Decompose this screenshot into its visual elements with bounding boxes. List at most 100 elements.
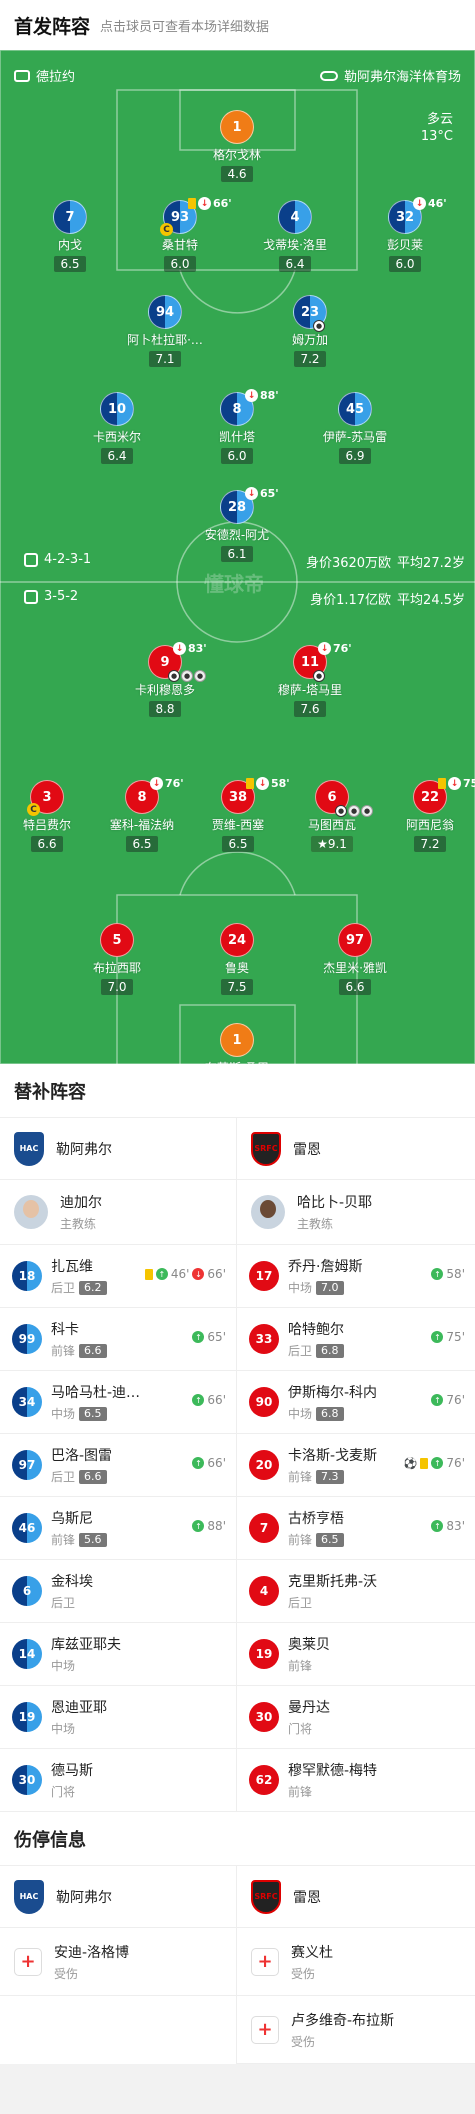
sub-row[interactable]: 4 克里斯托弗-沃 后卫 (237, 1560, 475, 1623)
away-player[interactable]: 22↓75' 阿西尼翁 7.2 (375, 777, 475, 852)
player-name: 布莱斯-桑巴 (182, 1059, 292, 1064)
stadium-icon (319, 70, 338, 81)
player-rating: 6.6 (339, 979, 371, 995)
home-injury-col: HAC 勒阿弗尔 + 安迪-洛格博 受伤 (0, 1866, 237, 2064)
sub-in-time: 66' (207, 1456, 226, 1470)
goals: ● ● ● (168, 670, 206, 682)
home-player[interactable]: 28 ↓ 65' 安德烈-阿尤 6.1 (182, 487, 292, 562)
sub-position: 中场 6.8 (288, 1405, 463, 1422)
weather: 多云 13°C (420, 112, 453, 144)
sub-off-icon: ↓ (448, 777, 461, 790)
player-rating: 4.6 (221, 166, 253, 182)
sub-row[interactable]: 33 哈特鲍尔 后卫 6.8 ↑ 75' (237, 1308, 475, 1371)
shirt-number: 7 (53, 200, 87, 234)
sub-in-time: 65' (207, 1330, 226, 1344)
sub-position: 中场 (51, 1720, 224, 1737)
away-player[interactable]: 6 ● ● ● 马图西瓦 ★9.1 (277, 780, 387, 852)
sub-row[interactable]: 90 伊斯梅尔-科内 中场 6.8 ↑ 76' (237, 1371, 475, 1434)
sub-row[interactable]: 18 扎瓦维 后卫 6.2 ↑ 46' ↓ 66' (0, 1245, 236, 1308)
referee: 德拉约 (14, 66, 75, 85)
shirt-number: 93 C ↓ 66' (160, 197, 232, 236)
injury-status: 受伤 (291, 1966, 316, 1981)
shirt-number: 9 ↓ 83' ● ● ● (148, 642, 207, 682)
away-player[interactable]: 11 ↓ 76' ● 穆萨-塔马里 7.6 (255, 642, 365, 717)
injury-row[interactable]: + 赛义杜 受伤 (237, 1928, 475, 1996)
shirt-number: 14 (12, 1639, 42, 1669)
home-player[interactable]: 10 卡西米尔 6.4 (62, 392, 172, 464)
away-player[interactable]: 9 ↓ 83' ● ● ● 卡利穆恩多 8.8 (110, 642, 220, 717)
home-player[interactable]: 94 阿卜杜拉耶·… 7.1 (110, 295, 220, 367)
home-player[interactable]: 45 伊萨-苏马雷 6.9 (300, 392, 410, 464)
shirt-number: 99 (12, 1324, 42, 1354)
sub-events: ↑ 66' (192, 1393, 226, 1407)
stadium: 勒阿弗尔海洋体育场 (319, 66, 461, 85)
sub-on-icon: ↑ (192, 1394, 205, 1406)
position-text: 后卫 (51, 1281, 76, 1295)
position-text: 前锋 (288, 1659, 313, 1673)
sub-position: 后卫 (51, 1594, 224, 1611)
home-team-row[interactable]: HAC 勒阿弗尔 (0, 1118, 236, 1180)
home-team-row[interactable]: HAC 勒阿弗尔 (0, 1866, 236, 1928)
sub-off-icon: ↓ (150, 777, 163, 790)
away-player[interactable]: 8 ↓ 76' 塞科-福法纳 6.5 (87, 777, 197, 852)
sub-row[interactable]: 20 卡洛斯-戈麦斯 前锋 7.3 ⚽ ↑ 76' (237, 1434, 475, 1497)
home-coach[interactable]: 迪加尔 主教练 (0, 1180, 236, 1245)
injury-info: 赛义杜 受伤 (291, 1942, 333, 1982)
away-subs-col: SRFC 雷恩 哈比卜-贝耶 主教练 17 乔丹·詹姆斯 中场 7.0 ↑ 58' 33 哈特鲍尔… (237, 1118, 475, 1812)
sub-row[interactable]: 34 马哈马杜-迪… 中场 6.5 ↑ 66' (0, 1371, 236, 1434)
position-text: 后卫 (288, 1344, 313, 1358)
player-rating: ★9.1 (311, 836, 353, 852)
shirt-number: 33 (249, 1324, 279, 1354)
injury-row[interactable]: + 卢多维奇-布拉斯 受伤 (237, 1996, 475, 2064)
home-player[interactable]: 4 戈蒂埃·洛里 6.4 (240, 200, 350, 272)
player-name: 穆萨-塔马里 (277, 683, 343, 697)
sub-rating: 5.6 (79, 1532, 107, 1547)
sub-row[interactable]: 30 曼丹达 门将 (237, 1686, 475, 1749)
sub-name: 奥莱贝 (288, 1637, 330, 1653)
home-player[interactable]: 1 格尔戈林 4.6 (182, 110, 292, 182)
position-text: 门将 (51, 1785, 76, 1799)
away-player[interactable]: 5 布拉西耶 7.0 (62, 923, 172, 995)
home-player[interactable]: 93 C ↓ 66' 桑甘特 6.0 (125, 197, 235, 272)
player-name: 彭贝莱 (386, 238, 423, 252)
position-text: 后卫 (51, 1596, 76, 1610)
lineup-hint: 点击球员可查看本场详细数据 (100, 19, 270, 35)
sub-row[interactable]: 14 库兹亚耶夫 中场 (0, 1623, 236, 1686)
sub-rating: 6.5 (79, 1406, 107, 1421)
away-player[interactable]: 97 杰里米·雅凯 6.6 (300, 923, 410, 995)
shirt-number: 19 (12, 1702, 42, 1732)
sub-row[interactable]: 17 乔丹·詹姆斯 中场 7.0 ↑ 58' (237, 1245, 475, 1308)
sub-row[interactable]: 19 恩迪亚耶 中场 (0, 1686, 236, 1749)
player-name: 阿西尼翁 (405, 818, 454, 832)
away-club-badge: SRFC (251, 1131, 281, 1166)
player-rating: 8.8 (149, 701, 181, 717)
away-team-row[interactable]: SRFC 雷恩 (237, 1866, 475, 1928)
sub-row[interactable]: 6 金科埃 后卫 (0, 1560, 236, 1623)
pitch: 德拉约 勒阿弗尔海洋体育场 多云 13°C 4-2-3-1 身价3620万欧 平均… (0, 50, 475, 1064)
home-player[interactable]: 8 ↓ 88' 凯什塔 6.0 (182, 389, 292, 464)
sub-position: 前锋 6.6 (51, 1342, 224, 1359)
injury-row[interactable]: + 安迪-洛格博 受伤 (0, 1928, 236, 1996)
sub-row[interactable]: 62 穆罕默德-梅特 前锋 (237, 1749, 475, 1812)
away-coach[interactable]: 哈比卜-贝耶 主教练 (237, 1180, 475, 1245)
sub-name: 卡洛斯-戈麦斯 (288, 1448, 378, 1464)
away-player[interactable]: 24 鲁奥 7.5 (182, 923, 292, 995)
sub-row[interactable]: 46 乌斯尼 前锋 5.6 ↑ 88' (0, 1497, 236, 1560)
away-team-row[interactable]: SRFC 雷恩 (237, 1118, 475, 1180)
position-text: 中场 (288, 1407, 313, 1421)
sub-row[interactable]: 97 巴洛-图雷 后卫 6.6 ↑ 66' (0, 1434, 236, 1497)
sub-row[interactable]: 19 奥莱贝 前锋 (237, 1623, 475, 1686)
sub-row[interactable]: 30 德马斯 门将 (0, 1749, 236, 1812)
home-player[interactable]: 23 ● 姆万加 7.2 (255, 295, 365, 367)
sub-events: ↑ 65' (192, 1330, 226, 1344)
away-player[interactable]: 1布莱斯-桑巴6.3 (182, 1023, 292, 1064)
ball-icon: ● (168, 670, 180, 682)
sub-name: 马哈马杜-迪… (51, 1385, 141, 1401)
shirt-number: 6 ● ● ● (315, 780, 373, 817)
sub-row[interactable]: 99 科卡前锋 6.6 ↑ 65' (0, 1308, 236, 1371)
sub-name: 科卡 (51, 1322, 79, 1338)
home-player[interactable]: 7 内戈 6.5 (15, 200, 125, 272)
sub-row[interactable]: 7 古桥亨梧 前锋 6.5 ↑ 83' (237, 1497, 475, 1560)
home-player[interactable]: 32 ↓ 46' 彭贝莱 6.0 (350, 197, 460, 272)
ball-icon: ● (194, 670, 206, 682)
